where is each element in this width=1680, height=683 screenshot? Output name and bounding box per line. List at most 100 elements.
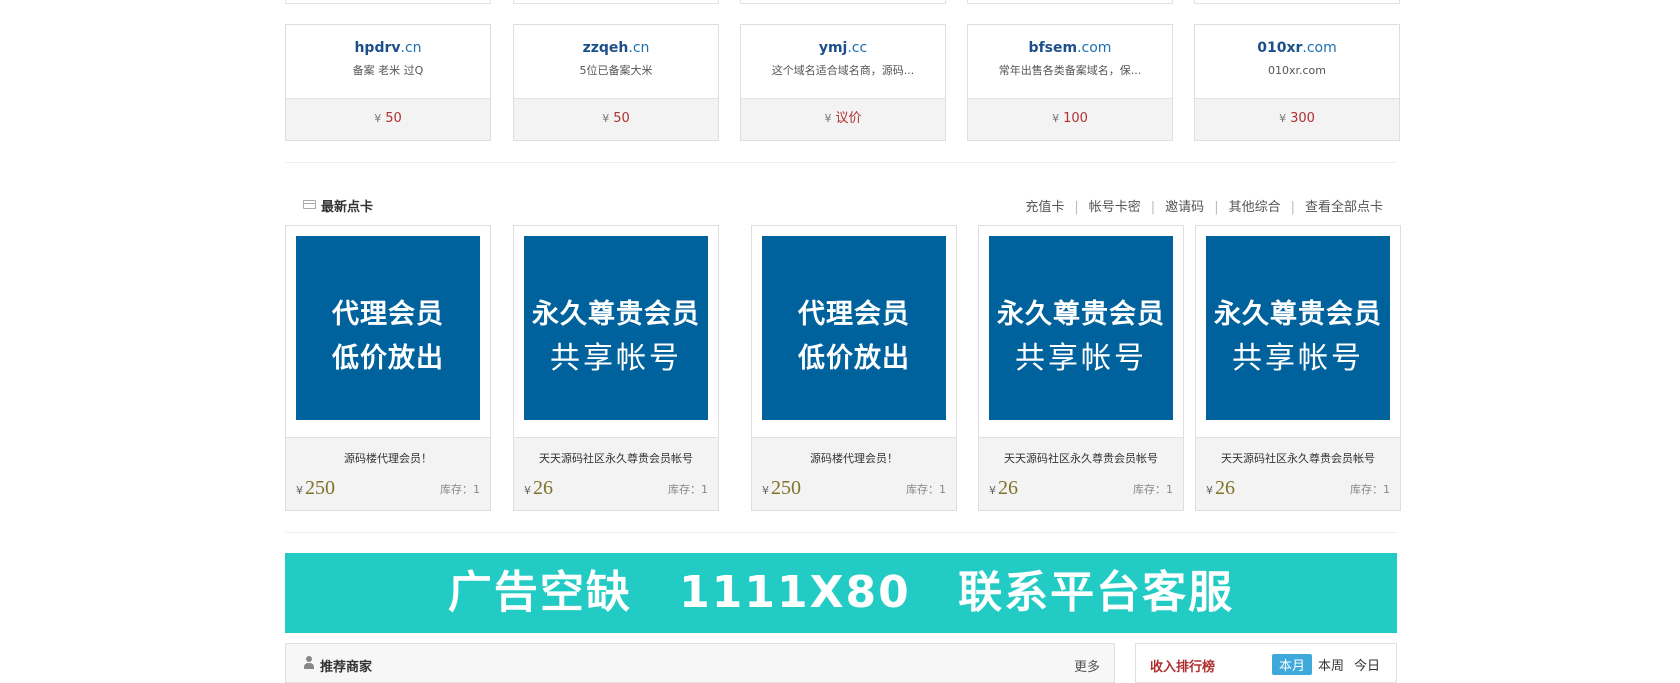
product-stock: 库存：1 (668, 483, 708, 496)
link-separator: | (1150, 200, 1156, 215)
price-value: 100 (1063, 111, 1088, 126)
user-icon (304, 656, 314, 669)
product-name[interactable]: 源码楼代理会员！ (752, 451, 956, 467)
product-image[interactable]: 永久尊贵会员 共享帐号 (524, 236, 708, 420)
product-card[interactable]: 永久尊贵会员 共享帐号 天天源码社区永久尊贵会员帐号 ¥26 库存：1 (1195, 225, 1401, 511)
domain-card[interactable]: hpdrv.cn 备案 老米 过Q ¥50 (285, 24, 491, 141)
domain-ext[interactable]: .cc (847, 40, 867, 56)
product-price: ¥26 (989, 477, 1018, 500)
currency-symbol: ¥ (824, 112, 832, 125)
product-card[interactable]: 代理会员 低价放出 源码楼代理会员！ ¥250 库存：1 (285, 225, 491, 511)
card-icon (303, 200, 316, 209)
domain-card[interactable]: zzqeh.cn 5位已备案大米 ¥50 (513, 24, 719, 141)
image-text-line2: 共享帐号 (1232, 341, 1364, 376)
price-value: 250 (305, 477, 335, 499)
ad-banner[interactable]: 广告空缺 1111X80 联系平台客服 (285, 553, 1397, 633)
domain-desc: 备案 老米 过Q (352, 64, 424, 77)
image-text-line1: 永久尊贵会员 (532, 299, 700, 330)
product-name[interactable]: 天天源码社区永久尊贵会员帐号 (514, 451, 718, 467)
link-view-all[interactable]: 查看全部点卡 (1305, 200, 1383, 215)
image-text-line2: 共享帐号 (550, 341, 682, 376)
product-name[interactable]: 天天源码社区永久尊贵会员帐号 (979, 451, 1183, 467)
currency-symbol: ¥ (989, 484, 996, 497)
domain-name[interactable]: bfsem.com (968, 39, 1172, 57)
image-text-line1: 代理会员 (332, 299, 444, 330)
link-other[interactable]: 其他综合 (1229, 200, 1281, 215)
section-divider (285, 162, 1397, 163)
product-footer: 天天源码社区永久尊贵会员帐号 ¥26 库存：1 (1196, 437, 1400, 510)
domain-desc: 010xr.com (1267, 64, 1326, 77)
previous-row-card (285, 0, 491, 4)
image-text-line2: 低价放出 (332, 343, 444, 374)
product-name[interactable]: 天天源码社区永久尊贵会员帐号 (1196, 451, 1400, 467)
image-text-line1: 代理会员 (798, 299, 910, 330)
product-stock: 库存：1 (440, 483, 480, 496)
domain-price: ¥100 (968, 98, 1172, 140)
domain-name[interactable]: zzqeh.cn (514, 39, 718, 57)
currency-symbol: ¥ (296, 484, 303, 497)
previous-row-card (740, 0, 946, 4)
price-value: 26 (1215, 477, 1235, 499)
tab-today[interactable]: 今日 (1350, 655, 1384, 674)
link-separator: | (1290, 200, 1295, 215)
currency-symbol: ¥ (524, 484, 531, 497)
domain-ext[interactable]: .cn (628, 40, 649, 56)
domain-main[interactable]: zzqeh (583, 40, 629, 56)
more-link[interactable]: 更多 (1074, 656, 1100, 675)
domain-price: ¥50 (514, 98, 718, 140)
product-stock: 库存：1 (1133, 483, 1173, 496)
ranking-tabs: 本月 本周 今日 (1270, 654, 1384, 675)
price-value: 26 (998, 477, 1018, 499)
domain-name[interactable]: hpdrv.cn (286, 39, 490, 57)
product-card[interactable]: 代理会员 低价放出 源码楼代理会员！ ¥250 库存：1 (751, 225, 957, 511)
domain-price: ¥ 议价 (741, 98, 945, 140)
domain-ext[interactable]: .com (1302, 40, 1336, 56)
merchants-panel: 推荐商家 更多 (285, 643, 1115, 683)
previous-row-card (1194, 0, 1400, 4)
product-price: ¥250 (762, 477, 801, 500)
product-card[interactable]: 永久尊贵会员 共享帐号 天天源码社区永久尊贵会员帐号 ¥26 库存：1 (513, 225, 719, 511)
product-name[interactable]: 源码楼代理会员！ (286, 451, 490, 467)
currency-symbol: ¥ (602, 112, 610, 125)
product-image[interactable]: 永久尊贵会员 共享帐号 (1206, 236, 1390, 420)
domain-desc: 常年出售各类备案域名，保... (998, 64, 1142, 77)
link-invite-code[interactable]: 邀请码 (1165, 200, 1204, 215)
domain-name[interactable]: ymj.cc (741, 39, 945, 57)
cards-section-header: 最新点卡 充值卡 | 帐号卡密 | 邀请码 | 其他综合 | 查看全部点卡 (285, 194, 1397, 216)
image-text-line1: 永久尊贵会员 (997, 299, 1165, 330)
product-image[interactable]: 代理会员 低价放出 (762, 236, 946, 420)
product-footer: 源码楼代理会员！ ¥250 库存：1 (752, 437, 956, 510)
domain-price: ¥300 (1195, 98, 1399, 140)
domain-main[interactable]: ymj (819, 40, 848, 56)
product-image[interactable]: 永久尊贵会员 共享帐号 (989, 236, 1173, 420)
domain-main[interactable]: 010xr (1257, 40, 1302, 56)
product-price: ¥26 (1206, 477, 1235, 500)
link-recharge-card[interactable]: 充值卡 (1025, 200, 1064, 215)
domain-main[interactable]: hpdrv (354, 40, 400, 56)
ranking-title: 收入排行榜 (1150, 660, 1216, 675)
product-footer: 源码楼代理会员！ ¥250 库存：1 (286, 437, 490, 510)
image-text-line2: 共享帐号 (1015, 341, 1147, 376)
domain-card[interactable]: ymj.cc 这个域名适合域名商，源码... ¥ 议价 (740, 24, 946, 141)
product-price: ¥26 (524, 477, 553, 500)
domain-card[interactable]: bfsem.com 常年出售各类备案域名，保... ¥100 (967, 24, 1173, 141)
domain-main[interactable]: bfsem (1029, 40, 1078, 56)
image-text-line2: 低价放出 (798, 343, 910, 374)
merchants-title: 推荐商家 (320, 660, 373, 675)
tab-month[interactable]: 本月 (1271, 654, 1312, 675)
currency-symbol: ¥ (1206, 484, 1213, 497)
product-card[interactable]: 永久尊贵会员 共享帐号 天天源码社区永久尊贵会员帐号 ¥26 库存：1 (978, 225, 1184, 511)
link-account-card[interactable]: 帐号卡密 (1089, 200, 1141, 215)
domain-name[interactable]: 010xr.com (1195, 39, 1399, 57)
domain-price: ¥50 (286, 98, 490, 140)
domain-ext[interactable]: .com (1077, 40, 1111, 56)
product-stock: 库存：1 (906, 483, 946, 496)
section-divider (285, 532, 1397, 533)
domain-ext[interactable]: .cn (401, 40, 422, 56)
domain-desc: 这个域名适合域名商，源码... (771, 64, 915, 77)
currency-symbol: ¥ (1052, 112, 1060, 125)
domain-card[interactable]: 010xr.com 010xr.com ¥300 (1194, 24, 1400, 141)
product-image[interactable]: 代理会员 低价放出 (296, 236, 480, 420)
product-footer: 天天源码社区永久尊贵会员帐号 ¥26 库存：1 (514, 437, 718, 510)
tab-week[interactable]: 本周 (1314, 655, 1348, 674)
